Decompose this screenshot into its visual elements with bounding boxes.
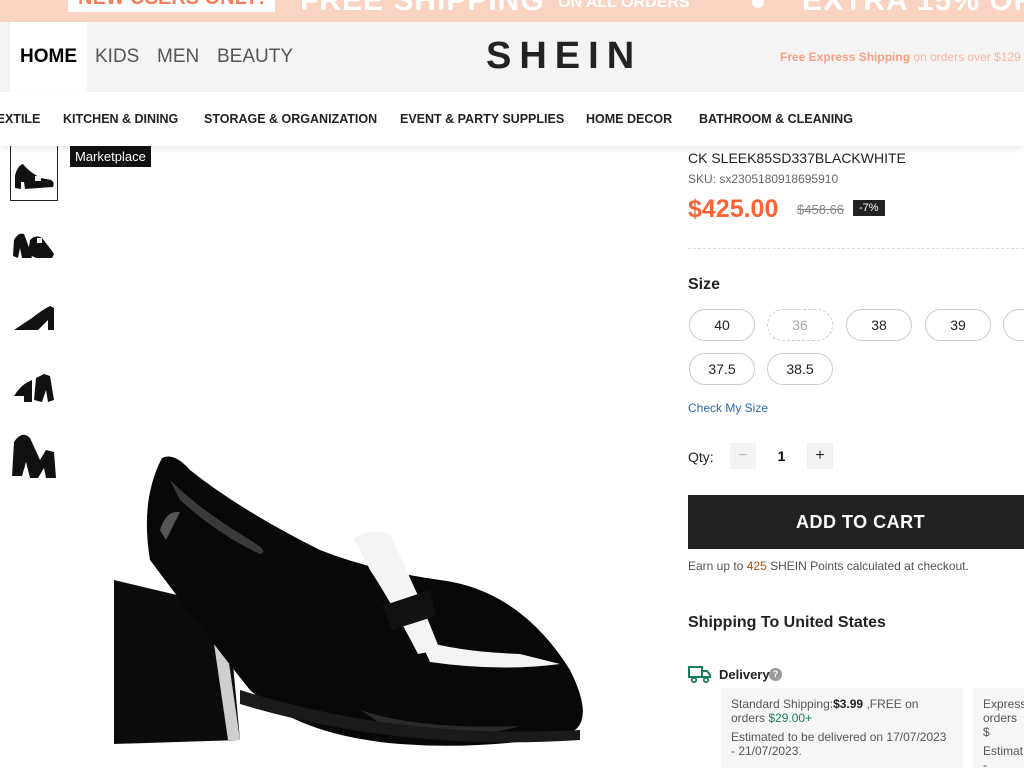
thumbnail-5[interactable] <box>10 428 58 483</box>
thumbnail-1[interactable] <box>10 145 58 201</box>
shoe-side-thumbnail <box>15 164 54 189</box>
product-sku: SKU: sx2305180918695910 <box>688 172 839 186</box>
standard-label: Standard Shipping: <box>731 697 834 711</box>
points-notice: Earn up to 425 SHEIN Points calculated a… <box>688 559 969 573</box>
size-option-partial[interactable] <box>1003 309 1024 341</box>
on-all-orders-text: ON ALL ORDERS <box>558 0 690 11</box>
size-option-38[interactable]: 38 <box>846 309 912 341</box>
quantity-label: Qty: <box>688 449 714 465</box>
express-shipping-card[interactable]: Express orders $ Estimat - 18/07/2 <box>973 688 1024 768</box>
delivery-help-icon[interactable]: ? <box>769 668 782 681</box>
express-orders: orders $ <box>983 711 1018 739</box>
thumbnail-2[interactable] <box>10 214 58 269</box>
quantity-input[interactable] <box>756 443 807 469</box>
size-option-37-5[interactable]: 37.5 <box>689 353 755 385</box>
quantity-increase-button[interactable]: + <box>807 443 833 469</box>
site-header: HOME KIDS MEN BEAUTY SHEIN Free Express … <box>0 22 1024 92</box>
size-option-38-5[interactable]: 38.5 <box>767 353 833 385</box>
extra-off-text: EXTRA 15% OFF <box>802 0 1024 17</box>
points-prefix: Earn up to <box>688 559 747 573</box>
truck-icon <box>688 666 711 684</box>
thumbnail-4[interactable] <box>10 360 58 415</box>
points-suffix: SHEIN Points calculated at checkout. <box>766 559 969 573</box>
tab-kids[interactable]: KIDS <box>95 22 139 92</box>
shein-logo[interactable]: SHEIN <box>486 35 642 78</box>
free-express-rest: on orders over $129 <box>910 50 1021 64</box>
category-bathroom-cleaning[interactable]: BATHROOM & CLEANING <box>699 92 853 146</box>
category-bar: TEXTILE KITCHEN & DINING STORAGE & ORGAN… <box>0 92 1024 146</box>
main-product-image[interactable] <box>100 440 610 760</box>
free-express-notice: Free Express Shipping on orders over $12… <box>780 50 1021 64</box>
shoe-back-thumbnail <box>14 374 54 402</box>
size-option-36[interactable]: 36 <box>767 309 833 341</box>
shoe-profile-thumbnail <box>14 306 54 330</box>
original-price: $458.66 <box>797 202 844 217</box>
express-label: Express <box>983 697 1024 711</box>
size-option-39[interactable]: 39 <box>925 309 991 341</box>
tab-men[interactable]: MEN <box>157 22 199 92</box>
product-title: CK SLEEK85SD337BLACKWHITE <box>688 150 906 166</box>
free-express-bold: Free Express Shipping <box>780 50 911 64</box>
express-estimate: Estimat <box>983 744 1024 758</box>
tab-home[interactable]: HOME <box>10 22 87 92</box>
shipping-title: Shipping To United States <box>688 614 886 631</box>
free-shipping-text: FREE SHIPPING <box>300 0 545 17</box>
category-home-decor[interactable]: HOME DECOR <box>586 92 672 146</box>
thumbnail-3[interactable] <box>10 290 58 345</box>
standard-price: $3.99 <box>833 697 864 711</box>
standard-shipping-line: Standard Shipping:$3.99 ,FREE on orders … <box>731 697 953 725</box>
category-event-party[interactable]: EVENT & PARTY SUPPLIES <box>400 92 564 146</box>
check-my-size-link[interactable]: Check My Size <box>688 401 768 415</box>
standard-shipping-card[interactable]: Standard Shipping:$3.99 ,FREE on orders … <box>721 688 963 768</box>
price-divider <box>688 248 1024 249</box>
size-option-40[interactable]: 40 <box>689 309 755 341</box>
promo-banner[interactable]: NEW USERS ONLY! FREE SHIPPING ON ALL ORD… <box>0 0 1024 22</box>
category-storage-organization[interactable]: STORAGE & ORGANIZATION <box>204 92 377 146</box>
quantity-decrease-button[interactable]: − <box>730 443 756 469</box>
size-label: Size <box>688 276 721 293</box>
points-value: 425 <box>746 559 767 573</box>
express-date: - 18/07/2 <box>983 758 987 768</box>
category-kitchen-dining[interactable]: KITCHEN & DINING <box>63 92 178 146</box>
tab-beauty[interactable]: BEAUTY <box>217 22 293 92</box>
delivery-label: Delivery <box>719 667 770 682</box>
discount-badge: -7% <box>853 200 885 216</box>
add-to-cart-button[interactable]: ADD TO CART <box>688 495 1024 549</box>
standard-estimate: Estimated to be delivered on 17/07/2023 … <box>731 730 947 758</box>
shoe-pair-thumbnail <box>13 233 54 258</box>
product-price: $425.00 <box>688 195 779 223</box>
marketplace-badge: Marketplace <box>70 146 151 167</box>
new-users-label: NEW USERS ONLY! <box>68 0 276 12</box>
shoe-sole-thumbnail <box>12 434 56 478</box>
standard-free-threshold: $29.00+ <box>768 711 813 725</box>
promo-dot <box>752 0 764 8</box>
category-textile[interactable]: TEXTILE <box>0 92 40 146</box>
